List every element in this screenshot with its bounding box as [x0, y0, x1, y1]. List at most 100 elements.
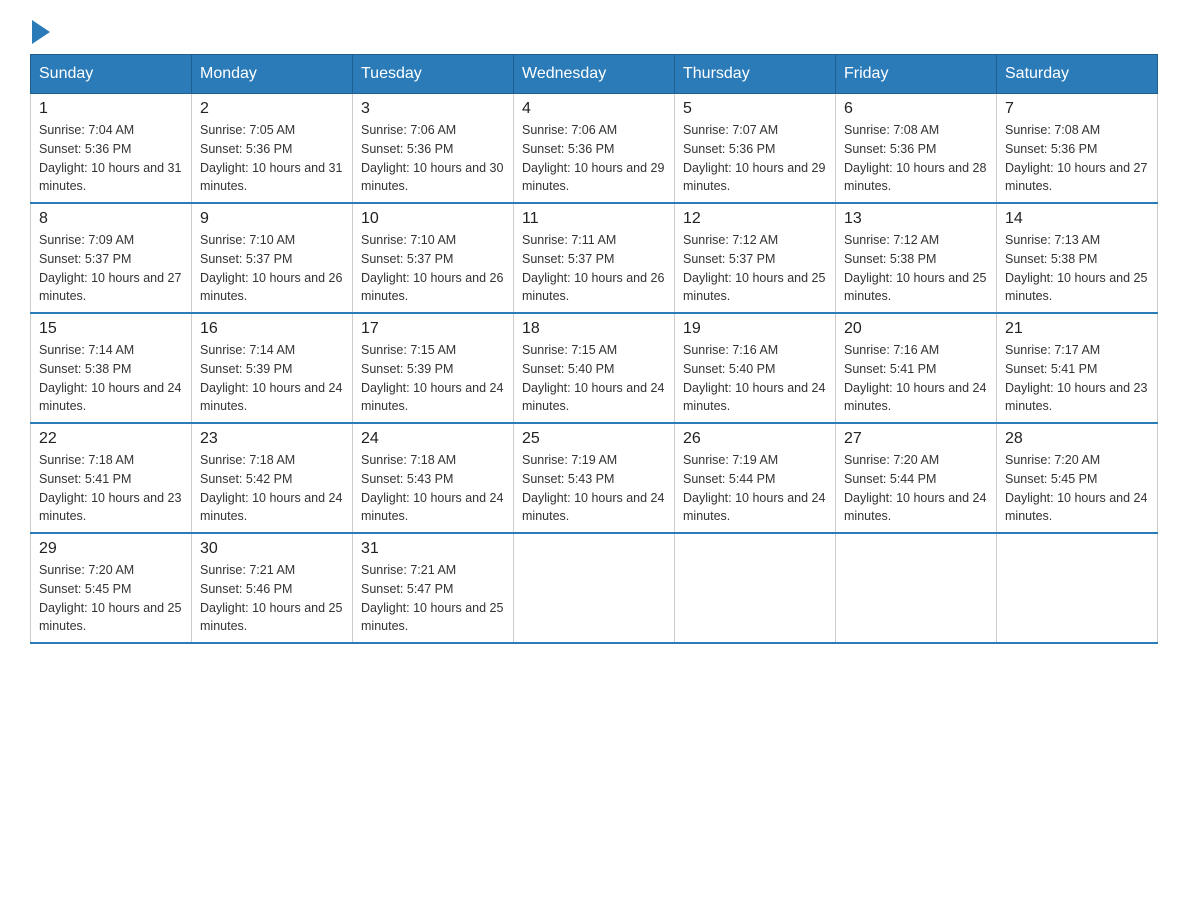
- day-info: Sunrise: 7:17 AMSunset: 5:41 PMDaylight:…: [1005, 341, 1149, 416]
- day-info: Sunrise: 7:12 AMSunset: 5:38 PMDaylight:…: [844, 231, 988, 306]
- day-info: Sunrise: 7:16 AMSunset: 5:41 PMDaylight:…: [844, 341, 988, 416]
- calendar-cell: 27 Sunrise: 7:20 AMSunset: 5:44 PMDayligh…: [836, 423, 997, 533]
- day-number: 29: [39, 540, 183, 558]
- calendar-cell: [997, 533, 1158, 643]
- day-info: Sunrise: 7:15 AMSunset: 5:39 PMDaylight:…: [361, 341, 505, 416]
- day-info: Sunrise: 7:18 AMSunset: 5:41 PMDaylight:…: [39, 451, 183, 526]
- day-number: 21: [1005, 320, 1149, 338]
- weekday-header-saturday: Saturday: [997, 55, 1158, 94]
- day-number: 6: [844, 100, 988, 118]
- calendar-cell: 24 Sunrise: 7:18 AMSunset: 5:43 PMDayligh…: [353, 423, 514, 533]
- weekday-header-thursday: Thursday: [675, 55, 836, 94]
- calendar-cell: [675, 533, 836, 643]
- page-header: [30, 20, 1158, 44]
- day-info: Sunrise: 7:19 AMSunset: 5:44 PMDaylight:…: [683, 451, 827, 526]
- calendar-cell: 2Sunrise: 7:05 AMSunset: 5:36 PMDaylight…: [192, 94, 353, 204]
- day-info: Sunrise: 7:20 AMSunset: 5:44 PMDaylight:…: [844, 451, 988, 526]
- calendar-cell: 13 Sunrise: 7:12 AMSunset: 5:38 PMDayligh…: [836, 203, 997, 313]
- day-info: Sunrise: 7:13 AMSunset: 5:38 PMDaylight:…: [1005, 231, 1149, 306]
- day-info: Sunrise: 7:16 AMSunset: 5:40 PMDaylight:…: [683, 341, 827, 416]
- calendar-cell: 3 Sunrise: 7:06 AMSunset: 5:36 PMDaylight…: [353, 94, 514, 204]
- calendar-body: 1Sunrise: 7:04 AMSunset: 5:36 PMDaylight…: [31, 94, 1158, 644]
- calendar-week-row: 15 Sunrise: 7:14 AMSunset: 5:38 PMDayligh…: [31, 313, 1158, 423]
- calendar-cell: 7 Sunrise: 7:08 AMSunset: 5:36 PMDaylight…: [997, 94, 1158, 204]
- logo-arrow-icon: [32, 20, 50, 44]
- day-number: 2: [200, 100, 344, 118]
- calendar-cell: 18 Sunrise: 7:15 AMSunset: 5:40 PMDayligh…: [514, 313, 675, 423]
- calendar-cell: 20 Sunrise: 7:16 AMSunset: 5:41 PMDayligh…: [836, 313, 997, 423]
- calendar-week-row: 29 Sunrise: 7:20 AMSunset: 5:45 PMDayligh…: [31, 533, 1158, 643]
- day-number: 3: [361, 100, 505, 118]
- calendar-cell: 31 Sunrise: 7:21 AMSunset: 5:47 PMDayligh…: [353, 533, 514, 643]
- day-number: 23: [200, 430, 344, 448]
- day-info: Sunrise: 7:19 AMSunset: 5:43 PMDaylight:…: [522, 451, 666, 526]
- day-number: 25: [522, 430, 666, 448]
- calendar-week-row: 8 Sunrise: 7:09 AMSunset: 5:37 PMDaylight…: [31, 203, 1158, 313]
- day-number: 28: [1005, 430, 1149, 448]
- day-info: Sunrise: 7:08 AMSunset: 5:36 PMDaylight:…: [844, 121, 988, 196]
- day-info: Sunrise: 7:09 AMSunset: 5:37 PMDaylight:…: [39, 231, 183, 306]
- day-info: Sunrise: 7:21 AMSunset: 5:46 PMDaylight:…: [200, 561, 344, 636]
- day-number: 27: [844, 430, 988, 448]
- calendar-cell: 30Sunrise: 7:21 AMSunset: 5:46 PMDayligh…: [192, 533, 353, 643]
- weekday-header-row: SundayMondayTuesdayWednesdayThursdayFrid…: [31, 55, 1158, 94]
- calendar-week-row: 22 Sunrise: 7:18 AMSunset: 5:41 PMDayligh…: [31, 423, 1158, 533]
- calendar-header: SundayMondayTuesdayWednesdayThursdayFrid…: [31, 55, 1158, 94]
- weekday-header-tuesday: Tuesday: [353, 55, 514, 94]
- day-info: Sunrise: 7:06 AMSunset: 5:36 PMDaylight:…: [522, 121, 666, 196]
- calendar-cell: 21 Sunrise: 7:17 AMSunset: 5:41 PMDayligh…: [997, 313, 1158, 423]
- day-info: Sunrise: 7:11 AMSunset: 5:37 PMDaylight:…: [522, 231, 666, 306]
- day-info: Sunrise: 7:18 AMSunset: 5:43 PMDaylight:…: [361, 451, 505, 526]
- calendar-cell: 14 Sunrise: 7:13 AMSunset: 5:38 PMDayligh…: [997, 203, 1158, 313]
- weekday-header-sunday: Sunday: [31, 55, 192, 94]
- day-number: 31: [361, 540, 505, 558]
- calendar-cell: [836, 533, 997, 643]
- day-number: 19: [683, 320, 827, 338]
- calendar-cell: 22 Sunrise: 7:18 AMSunset: 5:41 PMDayligh…: [31, 423, 192, 533]
- calendar-cell: 26Sunrise: 7:19 AMSunset: 5:44 PMDayligh…: [675, 423, 836, 533]
- calendar-cell: 4 Sunrise: 7:06 AMSunset: 5:36 PMDaylight…: [514, 94, 675, 204]
- calendar-cell: 1Sunrise: 7:04 AMSunset: 5:36 PMDaylight…: [31, 94, 192, 204]
- day-info: Sunrise: 7:15 AMSunset: 5:40 PMDaylight:…: [522, 341, 666, 416]
- day-number: 7: [1005, 100, 1149, 118]
- day-info: Sunrise: 7:18 AMSunset: 5:42 PMDaylight:…: [200, 451, 344, 526]
- day-number: 22: [39, 430, 183, 448]
- calendar-cell: 23 Sunrise: 7:18 AMSunset: 5:42 PMDayligh…: [192, 423, 353, 533]
- calendar-cell: [514, 533, 675, 643]
- calendar-cell: 5Sunrise: 7:07 AMSunset: 5:36 PMDaylight…: [675, 94, 836, 204]
- day-number: 13: [844, 210, 988, 228]
- calendar-week-row: 1Sunrise: 7:04 AMSunset: 5:36 PMDaylight…: [31, 94, 1158, 204]
- day-number: 20: [844, 320, 988, 338]
- day-info: Sunrise: 7:21 AMSunset: 5:47 PMDaylight:…: [361, 561, 505, 636]
- day-info: Sunrise: 7:10 AMSunset: 5:37 PMDaylight:…: [361, 231, 505, 306]
- day-info: Sunrise: 7:12 AMSunset: 5:37 PMDaylight:…: [683, 231, 827, 306]
- calendar-cell: 11 Sunrise: 7:11 AMSunset: 5:37 PMDayligh…: [514, 203, 675, 313]
- day-number: 1: [39, 100, 183, 118]
- day-info: Sunrise: 7:14 AMSunset: 5:38 PMDaylight:…: [39, 341, 183, 416]
- calendar-cell: 19 Sunrise: 7:16 AMSunset: 5:40 PMDayligh…: [675, 313, 836, 423]
- day-number: 16: [200, 320, 344, 338]
- weekday-header-monday: Monday: [192, 55, 353, 94]
- calendar-cell: 12 Sunrise: 7:12 AMSunset: 5:37 PMDayligh…: [675, 203, 836, 313]
- day-number: 18: [522, 320, 666, 338]
- calendar-cell: 17 Sunrise: 7:15 AMSunset: 5:39 PMDayligh…: [353, 313, 514, 423]
- day-number: 17: [361, 320, 505, 338]
- calendar-table: SundayMondayTuesdayWednesdayThursdayFrid…: [30, 54, 1158, 644]
- calendar-cell: 15 Sunrise: 7:14 AMSunset: 5:38 PMDayligh…: [31, 313, 192, 423]
- day-info: Sunrise: 7:08 AMSunset: 5:36 PMDaylight:…: [1005, 121, 1149, 196]
- day-number: 11: [522, 210, 666, 228]
- day-number: 4: [522, 100, 666, 118]
- day-info: Sunrise: 7:07 AMSunset: 5:36 PMDaylight:…: [683, 121, 827, 196]
- day-number: 12: [683, 210, 827, 228]
- logo: [30, 20, 52, 44]
- day-number: 24: [361, 430, 505, 448]
- calendar-cell: 9Sunrise: 7:10 AMSunset: 5:37 PMDaylight…: [192, 203, 353, 313]
- day-number: 15: [39, 320, 183, 338]
- day-info: Sunrise: 7:20 AMSunset: 5:45 PMDaylight:…: [39, 561, 183, 636]
- day-info: Sunrise: 7:20 AMSunset: 5:45 PMDaylight:…: [1005, 451, 1149, 526]
- day-info: Sunrise: 7:06 AMSunset: 5:36 PMDaylight:…: [361, 121, 505, 196]
- calendar-cell: 8 Sunrise: 7:09 AMSunset: 5:37 PMDaylight…: [31, 203, 192, 313]
- day-number: 14: [1005, 210, 1149, 228]
- day-number: 8: [39, 210, 183, 228]
- calendar-cell: 16Sunrise: 7:14 AMSunset: 5:39 PMDayligh…: [192, 313, 353, 423]
